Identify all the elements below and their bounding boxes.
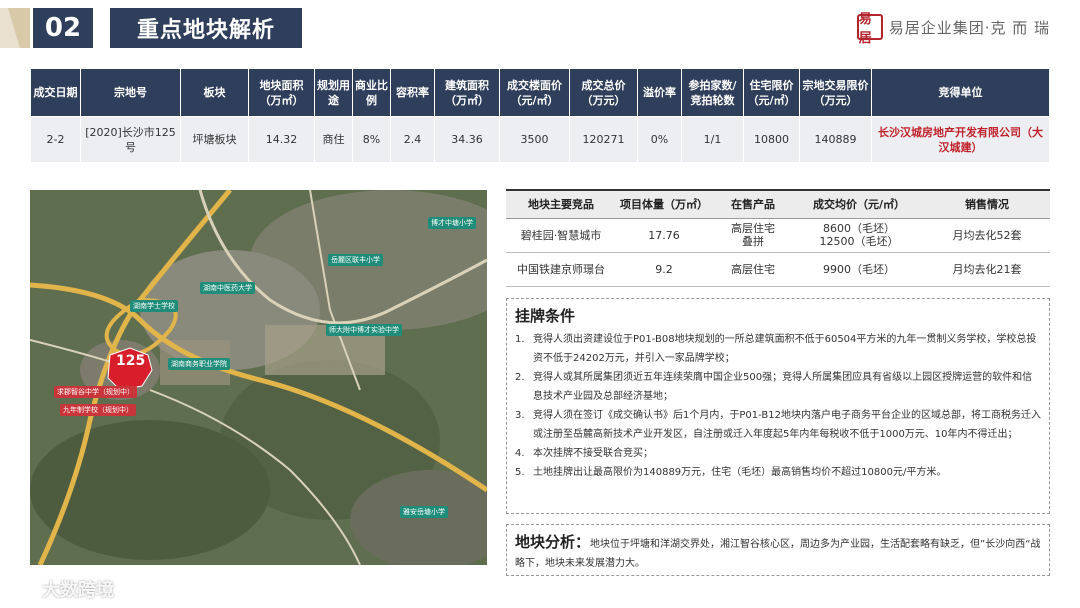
map-poi-label: 求郡智谷中学（规划中） — [54, 386, 137, 398]
list-item: 4. 本次挂牌不接受联合竞买； — [515, 444, 1041, 463]
condition-text: 竞得人须出资建设位于P01-B08地块规划的一所总建筑面积不低于60504平方米… — [533, 334, 1037, 364]
map-poi-label: 湖南商务职业学院 — [168, 358, 230, 370]
condition-text: 土地挂牌出让最高限价为140889万元，住宅（毛坯）最高销售均价不超过10800… — [533, 467, 947, 478]
logo-mark-icon: 易居 — [856, 12, 883, 46]
table-cell: 高层住宅 — [712, 252, 794, 287]
col-header: 销售情况 — [924, 189, 1050, 219]
table-cell: 月均去化52套 — [924, 218, 1050, 253]
conditions-title: 挂牌条件 — [515, 307, 576, 325]
table-cell: 碧桂园·智慧城市 — [506, 218, 616, 253]
map-poi-label: 博才中塘小学 — [428, 217, 476, 229]
conditions-list: 1. 竞得人须出资建设位于P01-B08地块规划的一所总建筑面积不低于60504平… — [515, 330, 1041, 482]
analysis-title: 地块分析： — [515, 533, 591, 551]
table-cell: 17.76 — [616, 218, 712, 253]
table-cell: 商住 — [314, 116, 353, 163]
deal-table-header: 成交日期 宗地号 板块 地块面积（万㎡） 规划用途 商业比例 容积率 建筑面积（… — [30, 68, 1050, 117]
competitor-table-header: 地块主要竞品 项目体量（万㎡） 在售产品 成交均价（元/㎡） 销售情况 — [506, 189, 1050, 219]
table-cell: 0% — [637, 116, 682, 163]
condition-text: 竞得人须在签订《成交确认书》后1个月内，于P01-B12地块内落户电子商务平台企… — [533, 410, 1041, 440]
table-cell: 8600（毛坯） 12500（毛坯） — [794, 218, 924, 253]
col-header: 成交总价（万元） — [569, 68, 638, 117]
col-header: 溢价率 — [637, 68, 682, 117]
table-cell: 1/1 — [681, 116, 744, 163]
table-cell: 月均去化21套 — [924, 252, 1050, 287]
map-poi-label: 师大附中博才实验中学 — [326, 324, 402, 336]
table-cell: [2020]长沙市125号 — [80, 116, 181, 163]
page-title: 重点地块解析 — [110, 8, 302, 48]
satellite-map: 125 博才中塘小学 岳麓区联丰小学 湖南中医药大学 湖南学士学校 师大附中博才… — [30, 190, 487, 565]
company-logo: 易居 易居企业集团·克 而 瑞 — [856, 12, 1050, 46]
col-header: 容积率 — [390, 68, 435, 117]
table-cell: 9.2 — [616, 252, 712, 287]
header-decoration — [0, 8, 30, 48]
col-header: 成交均价（元/㎡） — [794, 189, 924, 219]
col-header: 商业比例 — [352, 68, 391, 117]
table-cell: 10800 — [743, 116, 800, 163]
plot-analysis: 地块分析：地块位于坪塘和洋湖交界处，湘江智谷核心区，周边多为产业园，生活配套略有… — [506, 524, 1050, 576]
analysis-text: 地块位于坪塘和洋湖交界处，湘江智谷核心区，周边多为产业园，生活配套略有缺乏，但”… — [515, 539, 1041, 569]
list-item: 5. 土地挂牌出让最高限价为140889万元，住宅（毛坯）最高销售均价不超过108… — [515, 463, 1041, 482]
table-cell: 高层住宅 叠拼 — [712, 218, 794, 253]
col-header: 成交楼面价（元/㎡） — [499, 68, 570, 117]
col-header: 宗地交易限价（万元） — [799, 68, 872, 117]
table-cell: 9900（毛坯） — [794, 252, 924, 287]
condition-text: 本次挂牌不接受联合竞买； — [533, 448, 653, 459]
col-header: 住宅限价（元/㎡） — [743, 68, 800, 117]
logo-text: 易居企业集团·克 而 瑞 — [888, 18, 1050, 37]
col-header: 在售产品 — [712, 189, 794, 219]
table-cell: 坪塘板块 — [180, 116, 249, 163]
plot-label: 125 — [116, 353, 146, 369]
table-cell: 3500 — [499, 116, 570, 163]
col-header: 地块面积（万㎡） — [248, 68, 315, 117]
table-cell: 14.32 — [248, 116, 315, 163]
col-header: 项目体量（万㎡） — [616, 189, 712, 219]
deal-table: 成交日期 宗地号 板块 地块面积（万㎡） 规划用途 商业比例 容积率 建筑面积（… — [30, 68, 1050, 163]
col-header: 竞得单位 — [871, 68, 1050, 117]
list-item: 3. 竞得人须在签订《成交确认书》后1个月内，于P01-B12地块内落户电子商务平… — [515, 406, 1041, 444]
table-cell: 34.36 — [434, 116, 500, 163]
competitor-table: 地块主要竞品 项目体量（万㎡） 在售产品 成交均价（元/㎡） 销售情况 碧桂园·… — [506, 189, 1050, 287]
table-cell: 2.4 — [390, 116, 435, 163]
listing-conditions: 挂牌条件 1. 竞得人须出资建设位于P01-B08地块规划的一所总建筑面积不低于6… — [506, 298, 1050, 514]
col-header: 建筑面积（万㎡） — [434, 68, 500, 117]
col-header: 规划用途 — [314, 68, 353, 117]
watermark: 大数跨境 — [8, 576, 114, 602]
table-cell: 120271 — [569, 116, 638, 163]
table-cell: 140889 — [799, 116, 872, 163]
table-cell: 中国铁建京师璟台 — [506, 252, 616, 287]
col-header: 成交日期 — [30, 68, 81, 117]
map-poi-label: 九年制学校（规划中） — [60, 404, 136, 416]
table-cell: 2-2 — [30, 116, 81, 163]
map-poi-label: 雅安岳塘小学 — [400, 506, 448, 518]
map-poi-label: 湖南中医药大学 — [200, 282, 255, 294]
col-header: 板块 — [180, 68, 249, 117]
table-row: 中国铁建京师璟台 9.2 高层住宅 9900（毛坯） 月均去化21套 — [506, 252, 1050, 287]
section-number: 02 — [33, 8, 93, 48]
map-poi-label: 岳麓区联丰小学 — [328, 254, 383, 266]
watermark-logo-icon — [8, 579, 36, 599]
list-item: 1. 竞得人须出资建设位于P01-B08地块规划的一所总建筑面积不低于60504平… — [515, 330, 1041, 368]
list-item: 2. 竞得人或其所属集团须近五年连续荣膺中国企业500强；竞得人所属集团应具有省级… — [515, 368, 1041, 406]
table-row: 2-2 [2020]长沙市125号 坪塘板块 14.32 商住 8% 2.4 3… — [30, 116, 1050, 163]
watermark-text: 大数跨境 — [42, 580, 114, 601]
table-cell: 8% — [352, 116, 391, 163]
map-poi-label: 湖南学士学校 — [130, 300, 178, 312]
winner-cell: 长沙汉城房地产开发有限公司（大汉城建） — [871, 116, 1050, 163]
col-header: 宗地号 — [80, 68, 181, 117]
table-row: 碧桂园·智慧城市 17.76 高层住宅 叠拼 8600（毛坯） 12500（毛坯… — [506, 218, 1050, 253]
condition-text: 竞得人或其所属集团须近五年连续荣膺中国企业500强；竞得人所属集团应具有省级以上… — [533, 372, 1033, 402]
col-header: 参拍家数/竞拍轮数 — [681, 68, 744, 117]
col-header: 地块主要竞品 — [506, 189, 616, 219]
